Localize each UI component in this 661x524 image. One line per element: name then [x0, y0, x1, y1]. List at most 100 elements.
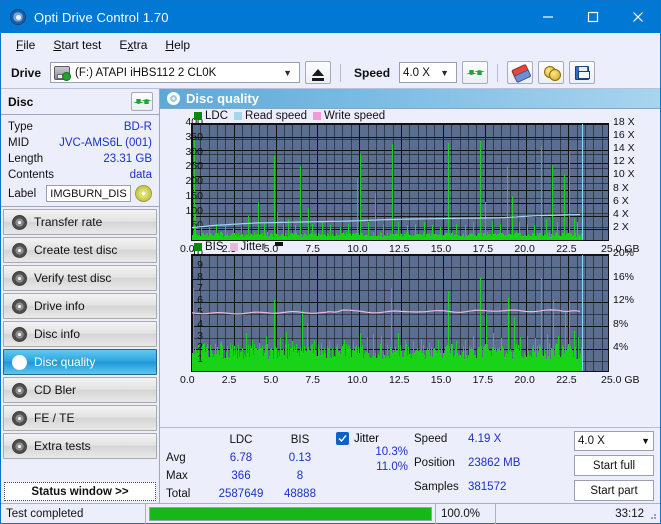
menu-extra[interactable]: Extra	[110, 36, 156, 54]
jitter-label: Jitter	[354, 433, 379, 445]
refresh-button[interactable]	[462, 61, 488, 84]
chevron-down-icon: ▼	[278, 68, 297, 78]
maximize-icon[interactable]	[570, 1, 615, 33]
save-button[interactable]	[569, 61, 595, 84]
sidebar-item-label: Create test disc	[34, 243, 117, 257]
chart1-legend: LDC Read speed Write speed	[194, 110, 387, 122]
disc-refresh-button[interactable]	[131, 92, 153, 111]
legend-item-ldc: LDC	[194, 110, 228, 122]
menu-help[interactable]: Help	[156, 36, 199, 54]
minimize-icon[interactable]	[525, 1, 570, 33]
disc-label-field[interactable]: IMGBURN_DIS	[46, 185, 131, 202]
sidebar: Disc Type BD-R MID JVC-AMS6L (001)	[1, 89, 159, 503]
disc-icon	[12, 411, 27, 426]
stats-max-ldc: 366	[210, 469, 272, 484]
disc-info-rows: Type BD-R MID JVC-AMS6L (001) Length 23.…	[1, 115, 159, 206]
main-panel: Disc quality LDC Read speed Write speed …	[159, 89, 660, 503]
status-window-button[interactable]: Status window >>	[4, 482, 156, 501]
menu-file-label: ile	[23, 38, 35, 52]
sidebar-item-extra-tests[interactable]: Extra tests	[3, 433, 157, 459]
y2-axis-tick: 14 X	[613, 142, 635, 154]
sidebar-item-create-test-disc[interactable]: Create test disc	[3, 237, 157, 263]
legend-item-jitter: Jitter	[230, 241, 266, 253]
disc-icon	[12, 327, 27, 342]
y2-axis-tick: 12 X	[613, 155, 635, 167]
disc-label-row: Label IMGBURN_DIS	[8, 185, 152, 202]
chart-bis-jitter: BIS Jitter 123456789104%8%12%16%20%0.02.…	[162, 241, 658, 372]
menu-file[interactable]: File	[7, 36, 44, 54]
speed-select[interactable]: 4.0 X ▼	[399, 62, 457, 83]
chart1-plot-wrap[interactable]	[191, 123, 625, 241]
legend-swatch-read-speed	[234, 112, 242, 120]
legend-label-write-speed: Write speed	[324, 110, 385, 122]
stats-total-bis: 48888	[272, 487, 328, 502]
chart2-plot[interactable]	[191, 254, 609, 372]
x-axis-tick: 2.5	[222, 374, 237, 386]
sidebar-item-disc-info[interactable]: Disc info	[3, 321, 157, 347]
menu-bar: File Start test Extra Help	[1, 33, 660, 57]
jitter-toggle-row[interactable]: Jitter	[336, 432, 414, 445]
legend-label-bis: BIS	[205, 241, 224, 253]
x-axis-tick: 7.5	[305, 374, 320, 386]
test-speed-select[interactable]: 4.0 X ▼	[574, 431, 654, 451]
samples-stat-label: Samples	[414, 480, 468, 503]
legend-swatch-jitter	[230, 243, 238, 251]
charts-area: LDC Read speed Write speed 5010015020025…	[160, 109, 660, 427]
x-axis-tick: 0.0	[180, 374, 195, 386]
disc-icon	[12, 243, 27, 258]
eject-button[interactable]	[305, 61, 331, 84]
start-part-button[interactable]: Start part	[574, 480, 654, 501]
floppy-save-icon	[575, 66, 589, 80]
sidebar-spacer	[1, 459, 159, 478]
chevron-down-icon: ▼	[641, 436, 650, 446]
jitter-avg-value: 10.3%	[336, 445, 408, 460]
chart1-plot[interactable]	[191, 123, 609, 241]
disc-row-type-label: Type	[8, 120, 33, 135]
sidebar-item-disc-quality[interactable]: Disc quality	[3, 349, 157, 375]
erase-button[interactable]	[507, 61, 533, 84]
jitter-checkbox[interactable]	[336, 432, 349, 445]
disc-row-mid-label: MID	[8, 136, 29, 151]
legend-swatch-bis	[194, 243, 202, 251]
x-axis-tick: 5.0	[264, 374, 279, 386]
speed-position-table: Speed 4.19 X Position 23862 MB Samples 3…	[414, 430, 536, 503]
y2-axis-tick: 18 X	[613, 116, 635, 128]
chart2-plot-wrap[interactable]	[191, 254, 625, 372]
resize-grip-icon[interactable]	[646, 509, 658, 521]
sidebar-item-cd-bler[interactable]: CD Bler	[3, 377, 157, 403]
sidebar-item-label: Verify test disc	[34, 271, 111, 285]
samples-stat-value: 381572	[468, 480, 536, 503]
sidebar-item-label: Extra tests	[34, 439, 91, 453]
start-full-button[interactable]: Start full	[574, 455, 654, 476]
sidebar-item-drive-info[interactable]: Drive info	[3, 293, 157, 319]
sidebar-item-verify-test-disc[interactable]: Verify test disc	[3, 265, 157, 291]
y2-axis-tick: 16%	[613, 271, 634, 283]
speed-stat-value: 4.19 X	[468, 432, 536, 455]
sidebar-item-transfer-rate[interactable]: Transfer rate	[3, 209, 157, 235]
coins-button[interactable]	[538, 61, 564, 84]
disc-quality-icon	[167, 92, 180, 105]
cd-disc-icon[interactable]	[135, 185, 152, 202]
disc-icon	[12, 439, 27, 454]
toolbar-divider	[497, 64, 498, 82]
x-axis-tick: 25.0 GB	[601, 374, 640, 386]
menu-start-test[interactable]: Start test	[44, 36, 110, 54]
jitter-max-value: 11.0%	[336, 460, 408, 475]
y2-axis-tick: 12%	[613, 294, 634, 306]
stats-panel: LDC BIS Avg 6.78 0.13 Max 366 8 Total 25…	[160, 427, 660, 503]
drive-select[interactable]: (F:) ATAPI iHBS112 2 CL0K ▼	[50, 62, 300, 83]
status-bar: Test completed 100.0% 33:12	[1, 503, 660, 523]
progress-fill	[150, 508, 431, 520]
disc-icon	[12, 383, 27, 398]
disc-icon	[12, 271, 27, 286]
disc-icon	[12, 355, 27, 370]
stats-row-total-label: Total	[166, 487, 210, 502]
legend-label-ldc: LDC	[205, 110, 228, 122]
sidebar-item-fe-te[interactable]: FE / TE	[3, 405, 157, 431]
close-icon[interactable]	[615, 1, 660, 33]
refresh-icon	[135, 94, 150, 109]
toolbar: Drive (F:) ATAPI iHBS112 2 CL0K ▼ Speed …	[1, 57, 660, 89]
chart-ldc-readspeed: LDC Read speed Write speed 5010015020025…	[162, 110, 658, 241]
disc-row-type: Type BD-R	[8, 119, 152, 135]
disc-icon	[12, 215, 27, 230]
